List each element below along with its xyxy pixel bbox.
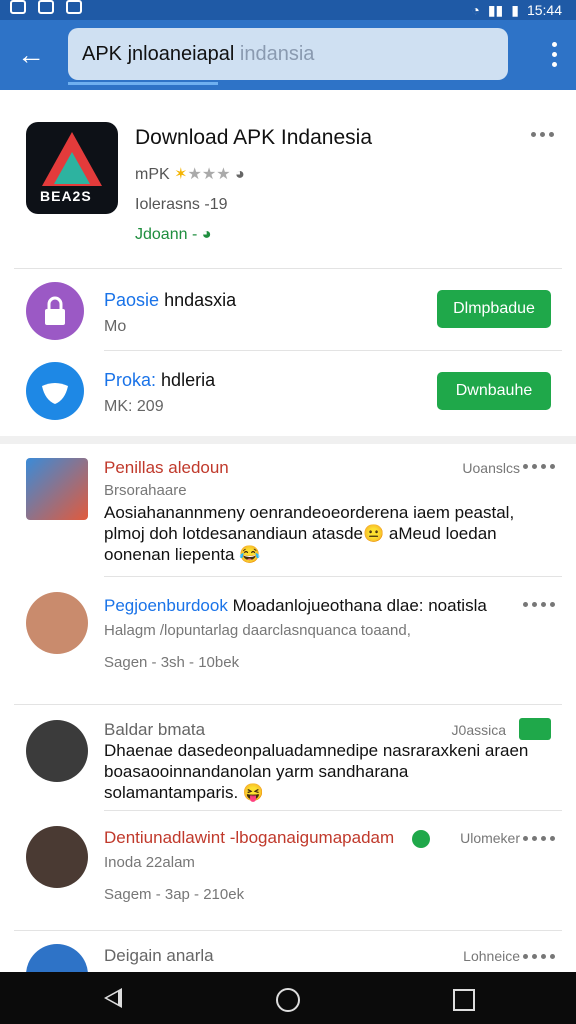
verified-icon xyxy=(412,830,430,848)
install-label: Jdoann - xyxy=(135,226,198,243)
download-button[interactable]: Dlmpbadue xyxy=(437,290,551,328)
search-input[interactable]: APK jnloaneiapal indansia xyxy=(68,28,508,80)
app-icon-text: BEA2S xyxy=(40,188,92,204)
lock-icon xyxy=(26,282,84,340)
review-date: Sagen - 3sh - 10bek xyxy=(104,654,240,671)
app-icon[interactable]: BEA2S xyxy=(26,122,118,214)
related-app-sub: Mo xyxy=(104,318,127,335)
review-meta: Halagm /lopuntarlag daarclasnquanca toaa… xyxy=(104,622,411,639)
avatar xyxy=(26,458,88,520)
review-item[interactable]: Penillas aledoun Uoanslcs Brsorahaare Ao… xyxy=(0,444,576,576)
notification-icon xyxy=(66,0,82,14)
review-author: Pegjoenburdook Moadanlojueothana dlae: n… xyxy=(104,596,487,615)
rating-label: mPK xyxy=(135,166,170,183)
review-body: Aosiahanannmeny oenrandeoeorderena iaem … xyxy=(104,503,515,564)
loading-progress xyxy=(68,82,218,85)
search-query: APK jnloaneiapal xyxy=(82,43,235,65)
review-tag: Ulomeker xyxy=(460,830,520,846)
status-time: 15:44 xyxy=(526,2,562,18)
related-app-row[interactable]: Paosie hndasxia Mo Dlmpbadue xyxy=(0,272,576,352)
signal-icon: ▮▮ xyxy=(487,1,504,18)
info-icon: ◕ xyxy=(235,166,245,183)
shield-icon xyxy=(26,362,84,420)
status-bar: ◔ ▮▮ ▮ 15:44 xyxy=(0,0,576,20)
check-icon: ◕ xyxy=(201,226,212,243)
review-meta: Brsorahaare xyxy=(104,482,187,499)
review-author: Penillas aledoun xyxy=(104,458,229,477)
notification-icon xyxy=(10,0,26,14)
avatar xyxy=(26,592,88,654)
app-rating: mPK ✶★★★ ◕ xyxy=(135,164,245,184)
related-app-row[interactable]: Proka: hdleria MK: 209 Dwnbauhe xyxy=(0,354,576,434)
review-author: Baldar bmata xyxy=(104,720,206,739)
review-tag: J0assica xyxy=(451,722,506,738)
review-more-icon[interactable] xyxy=(523,464,555,469)
review-item[interactable]: Deigain anarla Lohneice xyxy=(0,932,576,972)
review-item[interactable]: Baldar bmata J0assica Dhaenae dasedeonpa… xyxy=(0,706,576,810)
related-app-sub: MK: 209 xyxy=(104,398,164,415)
app-title: Download APK Indanesia xyxy=(135,126,372,149)
battery-icon: ▮ xyxy=(511,1,519,18)
wifi-icon: ◔ xyxy=(471,2,480,18)
download-button[interactable]: Dwnbauhe xyxy=(437,372,551,410)
review-author: Dentiunadlawint -lboganaigumapadam xyxy=(104,828,395,847)
avatar xyxy=(26,720,88,782)
section-separator xyxy=(0,436,576,444)
avatar xyxy=(26,826,88,888)
star-icon: ✶ xyxy=(174,166,188,183)
app-bar: ← APK jnloaneiapal indansia xyxy=(0,20,576,90)
app-header: BEA2S Download APK Indanesia mPK ✶★★★ ◕ … xyxy=(0,90,576,268)
nav-home-icon[interactable] xyxy=(276,988,300,1012)
navigation-bar xyxy=(0,972,576,1024)
divider xyxy=(14,930,562,931)
app-install-status: Jdoann - ◕ xyxy=(135,226,211,244)
review-date: Sagem - 3ap - 210ek xyxy=(104,886,245,903)
back-arrow-icon[interactable]: ← xyxy=(14,38,48,72)
review-item[interactable]: Pegjoenburdook Moadanlojueothana dlae: n… xyxy=(0,578,576,702)
overflow-menu-icon[interactable] xyxy=(552,42,558,67)
review-body: Dhaenae dasedeonpaluadamnedipe nasraraxk… xyxy=(104,741,529,802)
review-meta: Inoda 22alam xyxy=(104,854,195,871)
review-more-icon[interactable] xyxy=(523,954,555,959)
review-tag: Lohneice xyxy=(463,948,520,964)
app-more-icon[interactable] xyxy=(531,132,554,137)
divider xyxy=(14,268,562,269)
review-more-icon[interactable] xyxy=(523,602,555,607)
notification-icon xyxy=(38,0,54,14)
badge-icon xyxy=(519,718,551,740)
divider xyxy=(104,576,562,577)
app-size: Iolerasns -19 xyxy=(135,196,228,213)
review-tag: Uoanslcs xyxy=(462,460,520,476)
divider xyxy=(14,704,562,705)
review-item[interactable]: Dentiunadlawint -lboganaigumapadam Ulome… xyxy=(0,812,576,930)
review-more-icon[interactable] xyxy=(523,836,555,841)
review-author: Deigain anarla xyxy=(104,946,214,965)
search-query-faint: indansia xyxy=(239,43,315,65)
nav-recents-icon[interactable] xyxy=(453,989,475,1011)
avatar xyxy=(26,944,88,972)
divider xyxy=(104,350,562,351)
status-notifications xyxy=(10,0,82,14)
nav-back-icon[interactable] xyxy=(104,988,122,1008)
star-icon: ★★★ xyxy=(187,166,231,183)
divider xyxy=(104,810,562,811)
related-app-title: Paosie hndasxia xyxy=(104,290,237,310)
related-app-title: Proka: hdleria xyxy=(104,370,216,390)
